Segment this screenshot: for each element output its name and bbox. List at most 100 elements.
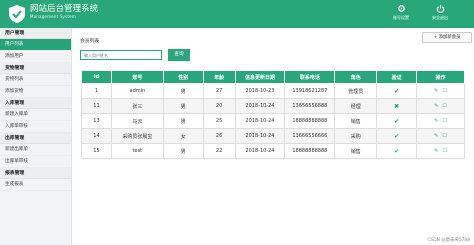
top-header: 网站后台管理系统 Management System 账号设置 安全退出: [0, 0, 474, 28]
cell-role: 销售: [334, 113, 378, 129]
search-button[interactable]: 查询: [168, 49, 190, 61]
delete-icon[interactable]: ☐: [442, 103, 446, 109]
edit-icon[interactable]: ✎: [434, 103, 438, 109]
table-row: 14 采购员张晨宝女 26 2018-10-24 13666556666 采购 ✔ ✎ ☐: [81, 128, 465, 144]
sidebar-section-outbound[interactable]: 出库管理: [0, 133, 71, 144]
delete-icon[interactable]: ☐: [442, 118, 446, 124]
cell-verified: ✔: [376, 143, 418, 159]
sidebar-item-new-outbound[interactable]: 新建出库单: [0, 144, 71, 156]
cell-role: 销售: [334, 143, 378, 159]
cell-gender: 男: [162, 143, 204, 159]
table-header-row: Id 账号 性别 年龄 信息更新日期 联系电话 角色 验证 操作: [81, 70, 465, 84]
cell-gender: 男: [162, 98, 204, 114]
main-content: 会员列表 + 添加新会员 查询 Id 账号 性别 年龄 信息更新日期 联系电话 …: [72, 28, 474, 245]
sidebar-item-add-user[interactable]: 添加用户: [0, 51, 71, 63]
app-subtitle: Management System: [30, 14, 76, 19]
cell-actions: ✎ ☐: [416, 83, 465, 99]
cell-role: 管理员: [334, 83, 378, 99]
edit-icon[interactable]: ✎: [434, 88, 438, 94]
table-row: 13 马云男 25 2018-10-24 18888888888 销售 ✔ ✎ ☐: [81, 113, 465, 129]
cell-gender: 男: [162, 113, 204, 129]
cell-age: 27: [202, 83, 236, 99]
cell-phone: 13656556888: [284, 98, 336, 114]
brand: 网站后台管理系统 Management System: [30, 4, 98, 20]
search-input[interactable]: [80, 50, 162, 60]
col-date: 信息更新日期: [234, 70, 286, 84]
cell-account: admin: [110, 83, 164, 99]
check-icon: ✔: [394, 87, 400, 95]
cell-age: 26: [202, 128, 236, 144]
cell-age: 20: [202, 98, 236, 114]
shield-logo-icon: [9, 5, 25, 23]
cell-id: 13: [81, 113, 112, 129]
add-member-label: 添加新会员: [438, 35, 461, 40]
cell-id: 15: [81, 143, 112, 159]
check-icon: ✔: [394, 132, 400, 140]
cell-date: 2018-10-24: [234, 98, 286, 114]
sidebar: 用户管理 用户列表 添加用户 货物管理 货物列表 添加货物 入库管理 新建入库单…: [0, 28, 72, 245]
cell-date: 2018-10-24: [234, 143, 286, 159]
check-icon: ✔: [394, 117, 400, 125]
cell-gender: 男: [162, 83, 204, 99]
cell-id: 14: [81, 128, 112, 144]
cell-verified: ✔: [376, 128, 418, 144]
cell-account: 张三: [110, 98, 164, 114]
sidebar-section-user[interactable]: 用户管理: [0, 28, 71, 39]
cell-phone: 18888888888: [284, 113, 336, 129]
cell-actions: ✎ ☐: [416, 128, 465, 144]
cell-actions: ✎ ☐: [416, 113, 465, 129]
cell-verified: ✖: [376, 98, 418, 114]
cell-account: 采购员张晨宝: [110, 128, 164, 144]
cross-icon: ✖: [394, 102, 400, 110]
cell-phone: 13666556666: [284, 128, 336, 144]
col-verified: 验证: [376, 70, 418, 84]
edit-icon[interactable]: ✎: [434, 148, 438, 154]
cell-phone: 13918621287: [284, 83, 336, 99]
sidebar-item-user-list[interactable]: 用户列表: [0, 39, 71, 51]
cell-verified: ✔: [376, 83, 418, 99]
col-phone: 联系电话: [284, 70, 336, 84]
app-title: 网站后台管理系统: [30, 4, 99, 14]
cell-date: 2018-10-23: [234, 83, 286, 99]
col-account: 账号: [110, 70, 164, 84]
cell-date: 2018-10-24: [234, 128, 286, 144]
sidebar-section-report[interactable]: 报表管理: [0, 168, 71, 179]
sidebar-item-generate-report[interactable]: 生成报表: [0, 179, 71, 191]
edit-icon[interactable]: ✎: [434, 133, 438, 139]
cell-verified: ✔: [376, 113, 418, 129]
sidebar-item-add-goods[interactable]: 添加货物: [0, 86, 71, 98]
page-title: 会员列表: [80, 39, 100, 44]
account-settings-button[interactable]: 账号设置: [386, 4, 416, 21]
account-settings-label: 账号设置: [393, 15, 409, 20]
cell-age: 25: [202, 113, 236, 129]
cell-actions: ✎ ☐: [416, 143, 465, 159]
delete-icon[interactable]: ☐: [442, 133, 446, 139]
sidebar-section-inbound[interactable]: 入库管理: [0, 98, 71, 109]
sidebar-item-inbound-review[interactable]: 入库单审核: [0, 121, 71, 133]
logout-label: 安全退出: [432, 15, 448, 20]
table-row: 1 admin 男 27 2018-10-23 13918621287 管理员 ✔ ✎ ☐: [81, 83, 465, 99]
cell-role: 采购: [334, 128, 378, 144]
col-actions: 操作: [416, 70, 465, 84]
gear-icon: [397, 5, 405, 12]
add-member-button[interactable]: + 添加新会员: [422, 32, 472, 43]
sidebar-item-outbound-review[interactable]: 出库单审核: [0, 156, 71, 168]
edit-icon[interactable]: ✎: [434, 118, 438, 124]
sidebar-section-goods[interactable]: 货物管理: [0, 63, 71, 74]
delete-icon[interactable]: ☐: [442, 148, 446, 154]
sidebar-item-goods-list[interactable]: 货物列表: [0, 74, 71, 86]
cell-date: 2018-10-24: [234, 113, 286, 129]
delete-icon[interactable]: ☐: [442, 88, 446, 94]
table-row: 11 张三男 20 2018-10-24 13656556888 经理 ✖ ✎ ☐: [81, 98, 465, 114]
sidebar-item-new-inbound[interactable]: 新建入库单: [0, 109, 71, 121]
cell-age: 22: [202, 143, 236, 159]
cell-gender: 女: [162, 128, 204, 144]
col-role: 角色: [334, 70, 378, 84]
power-icon: [436, 4, 444, 13]
logout-button[interactable]: 安全退出: [425, 4, 455, 21]
cell-id: 11: [81, 98, 112, 114]
col-age: 年龄: [202, 70, 236, 84]
member-table: Id 账号 性别 年龄 信息更新日期 联系电话 角色 验证 操作 1 admin 男…: [81, 70, 465, 159]
check-icon: ✔: [394, 147, 400, 155]
cell-account: 马云: [110, 113, 164, 129]
